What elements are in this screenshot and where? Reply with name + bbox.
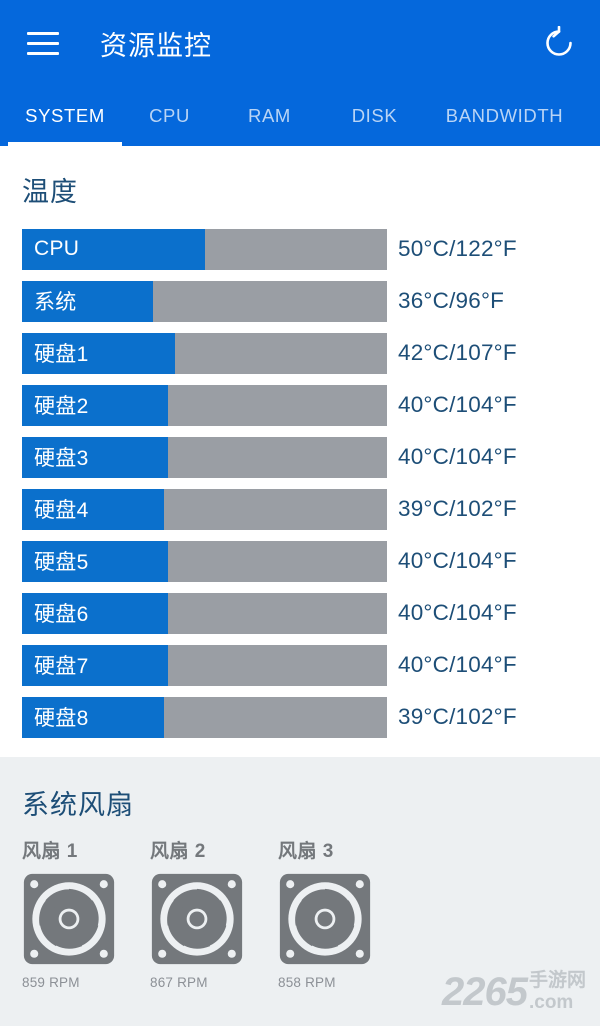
temperature-bar-track: 硬盘4 — [22, 488, 387, 530]
page-title: 资源监控 — [100, 30, 212, 61]
temperature-value: 40°C/104°F — [398, 548, 517, 573]
temperature-sensor-label: 硬盘5 — [34, 551, 89, 574]
temperature-sensor-label: 硬盘8 — [34, 707, 89, 730]
temperature-value: 36°C/96°F — [398, 288, 505, 313]
temperature-row: 硬盘5 40°C/104°F — [0, 535, 600, 587]
temperature-value: 50°C/122°F — [398, 236, 517, 261]
temperature-sensor-label: 系统 — [34, 291, 77, 314]
temperature-value: 42°C/107°F — [398, 340, 517, 365]
temperature-value: 40°C/104°F — [398, 600, 517, 625]
temperature-row: CPU 50°C/122°F — [0, 223, 600, 275]
fan-name: 风扇 3 — [278, 841, 334, 862]
fan-icon — [22, 869, 120, 968]
temperature-section-title: 温度 — [22, 177, 78, 207]
temperature-bar-track: 硬盘2 — [22, 384, 387, 426]
temperature-value: 40°C/104°F — [398, 444, 517, 469]
temperature-row: 系统 36°C/96°F — [0, 275, 600, 327]
menu-bar-1 — [27, 31, 59, 35]
hamburger-menu-icon[interactable] — [22, 22, 64, 64]
system-fan-section: 系统风扇 风扇 1 859 RPM 风扇 2 867 RPM 风扇 3 858 RPM 2… — [0, 757, 600, 1026]
menu-bar-3 — [27, 51, 59, 55]
temperature-row: 硬盘1 42°C/107°F — [0, 327, 600, 379]
temperature-bar-track: 硬盘3 — [22, 436, 387, 478]
menu-bar-2 — [27, 41, 59, 45]
temperature-sensor-label: 硬盘1 — [34, 343, 89, 366]
app-root: 资源监控 SYSTEM CPU RAM DISK BANDWIDTH 温度 CP… — [0, 0, 600, 1026]
fan-item: 风扇 2 867 RPM — [150, 836, 248, 990]
fan-name: 风扇 1 — [22, 841, 78, 862]
temperature-value: 40°C/104°F — [398, 392, 517, 417]
temperature-sensor-label: 硬盘6 — [34, 603, 89, 626]
temperature-value: 39°C/102°F — [398, 496, 517, 521]
temperature-row-list: CPU 50°C/122°F 系统 36°C/96°F 硬盘1 42°C/107°F 硬盘2… — [0, 223, 600, 743]
temperature-bar-track: 硬盘1 — [22, 332, 387, 374]
temperature-bar-track: 硬盘5 — [22, 540, 387, 582]
fan-icon — [150, 869, 248, 968]
temperature-sensor-label: 硬盘4 — [34, 499, 89, 522]
refresh-icon[interactable] — [536, 20, 582, 66]
temperature-bar-track: 硬盘7 — [22, 644, 387, 686]
watermark-com: .com — [528, 992, 574, 1013]
temperature-row: 硬盘3 40°C/104°F — [0, 431, 600, 483]
fan-section-title: 系统风扇 — [22, 790, 134, 820]
tab-bandwidth[interactable]: BANDWIDTH — [427, 86, 582, 146]
temperature-row: 硬盘8 39°C/102°F — [0, 691, 600, 743]
temperature-row: 硬盘6 40°C/104°F — [0, 587, 600, 639]
fan-item: 风扇 1 859 RPM — [22, 836, 120, 990]
temperature-row: 硬盘4 39°C/102°F — [0, 483, 600, 535]
temperature-bar-track: 系统 — [22, 280, 387, 322]
temperature-bar-track: 硬盘6 — [22, 592, 387, 634]
temperature-sensor-label: 硬盘2 — [34, 395, 89, 418]
tab-ram[interactable]: RAM — [217, 86, 322, 146]
temperature-row: 硬盘7 40°C/104°F — [0, 639, 600, 691]
app-header: 资源监控 — [0, 0, 600, 86]
fan-rpm: 867 RPM — [150, 975, 208, 990]
temperature-sensor-label: 硬盘3 — [34, 447, 89, 470]
temperature-row: 硬盘2 40°C/104°F — [0, 379, 600, 431]
fan-name: 风扇 2 — [150, 841, 206, 862]
fan-rpm: 858 RPM — [278, 975, 336, 990]
fan-icon — [278, 869, 376, 968]
fan-rpm: 859 RPM — [22, 975, 80, 990]
tab-bar: SYSTEM CPU RAM DISK BANDWIDTH — [0, 86, 600, 146]
fan-item: 风扇 3 858 RPM — [278, 836, 376, 990]
temperature-sensor-label: CPU — [34, 237, 80, 260]
tab-disk[interactable]: DISK — [322, 86, 427, 146]
tab-cpu[interactable]: CPU — [122, 86, 217, 146]
temperature-sensor-label: 硬盘7 — [34, 655, 89, 678]
temperature-value: 39°C/102°F — [398, 704, 517, 729]
fan-list: 风扇 1 859 RPM 风扇 2 867 RPM 风扇 3 858 RPM — [0, 836, 600, 990]
temperature-bar-track: 硬盘8 — [22, 696, 387, 738]
temperature-value: 40°C/104°F — [398, 652, 517, 677]
tab-system[interactable]: SYSTEM — [8, 86, 122, 146]
temperature-card: 温度 CPU 50°C/122°F 系统 36°C/96°F 硬盘1 42°C/107°F… — [0, 146, 600, 757]
temperature-bar-track: CPU — [22, 228, 387, 270]
